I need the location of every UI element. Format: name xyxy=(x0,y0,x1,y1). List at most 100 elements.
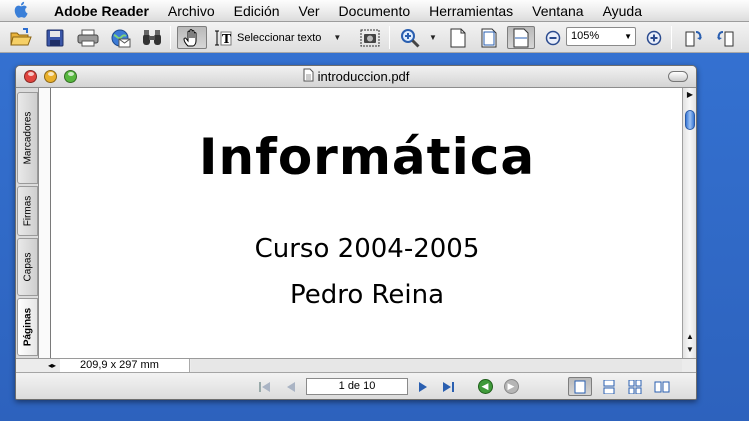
zoom-tool-dropdown[interactable]: ▼ xyxy=(426,26,440,49)
rotate-counterclockwise-button[interactable] xyxy=(713,26,739,49)
single-page-icon xyxy=(574,380,586,393)
navigation-bar: 1 de 10 ◀ ▶ xyxy=(16,372,696,399)
menu-ayuda[interactable]: Ayuda xyxy=(603,3,642,19)
fit-page-icon xyxy=(481,28,497,47)
tab-capas[interactable]: Capas xyxy=(17,238,38,296)
document-title: Informática xyxy=(198,128,536,186)
forward-arrow-icon: ▶ xyxy=(503,379,519,394)
text-cursor-icon: T xyxy=(215,30,232,46)
scroll-up-arrow-icon[interactable]: ▲ xyxy=(683,330,696,343)
select-text-label: Seleccionar texto xyxy=(237,31,322,44)
page-margin xyxy=(39,88,50,358)
chevron-down-icon[interactable]: ▼ xyxy=(624,28,632,45)
first-page-button[interactable] xyxy=(256,378,274,395)
open-folder-icon xyxy=(10,28,32,46)
find-button[interactable] xyxy=(139,26,165,49)
open-button[interactable] xyxy=(8,26,34,49)
fit-width-button[interactable] xyxy=(507,26,535,49)
grid-pages-icon xyxy=(628,379,642,394)
horizontal-scrollbar[interactable] xyxy=(191,359,682,372)
fit-page-button[interactable] xyxy=(477,26,501,49)
next-page-icon xyxy=(419,381,427,392)
pdf-page[interactable]: Informática Curso 2004-2005 Pedro Reina xyxy=(50,88,682,358)
window-title: introduccion.pdf xyxy=(16,66,696,88)
save-button[interactable] xyxy=(42,26,68,49)
first-page-icon xyxy=(259,381,270,392)
select-text-tool-icon-wrap[interactable]: T xyxy=(214,26,234,49)
rotate-clockwise-button[interactable] xyxy=(680,26,706,49)
split-handle-icon[interactable]: ◂▸ xyxy=(44,360,60,372)
chevron-down-icon: ▼ xyxy=(333,33,342,42)
tab-paginas[interactable]: Páginas xyxy=(17,298,38,356)
email-button[interactable] xyxy=(107,26,133,49)
menu-documento[interactable]: Documento xyxy=(339,3,411,19)
floppy-disk-icon xyxy=(46,29,64,46)
status-row: ◂▸ 209,9 x 297 mm xyxy=(16,358,696,372)
snapshot-tool-button[interactable] xyxy=(358,26,382,49)
facing-layout-button[interactable] xyxy=(652,378,672,395)
previous-page-button[interactable] xyxy=(282,378,300,395)
binoculars-icon xyxy=(143,29,161,45)
hand-tool-button[interactable] xyxy=(177,26,207,49)
fit-width-icon xyxy=(513,28,529,47)
camera-icon xyxy=(360,29,380,46)
page-icon xyxy=(450,28,466,47)
tab-marcadores[interactable]: Marcadores xyxy=(17,92,38,184)
page-size-label: 209,9 x 297 mm xyxy=(60,359,190,372)
scroll-thumb[interactable] xyxy=(685,110,695,130)
magnifier-plus-icon xyxy=(401,28,420,48)
window-title-bar[interactable]: introduccion.pdf xyxy=(16,66,696,88)
next-view-button[interactable]: ▶ xyxy=(502,378,520,395)
select-text-tool[interactable]: Seleccionar texto ▼ xyxy=(237,26,355,49)
globe-mail-icon xyxy=(111,29,131,47)
menu-herramientas[interactable]: Herramientas xyxy=(429,3,513,19)
document-view[interactable]: Informática Curso 2004-2005 Pedro Reina xyxy=(50,88,682,358)
actual-size-button[interactable] xyxy=(446,26,470,49)
scroll-down-arrow-icon[interactable]: ▼ xyxy=(683,343,696,356)
print-button[interactable] xyxy=(75,26,101,49)
chevron-down-icon: ▼ xyxy=(429,33,437,42)
document-course: Curso 2004-2005 xyxy=(254,234,480,264)
menu-bar: Adobe Reader Archivo Edición Ver Documen… xyxy=(0,0,749,22)
vertical-scrollbar[interactable]: ▶ ▲ ▼ xyxy=(682,88,696,358)
hand-icon xyxy=(183,28,197,46)
menu-ventana[interactable]: Ventana xyxy=(532,3,583,19)
zoom-in-tool-button[interactable] xyxy=(398,26,422,49)
tab-capas-label: Capas xyxy=(22,252,33,282)
continuous-facing-layout-button[interactable] xyxy=(625,378,645,395)
tab-marcadores-label: Marcadores xyxy=(22,111,33,165)
zoom-in-button[interactable] xyxy=(644,26,664,49)
printer-icon xyxy=(77,29,99,46)
toolbar-toggle-button[interactable] xyxy=(668,71,688,82)
rotate-clockwise-icon xyxy=(685,30,702,46)
tab-paginas-label: Páginas xyxy=(22,307,33,347)
page-number-field[interactable]: 1 de 10 xyxy=(306,378,408,395)
toolbar: T Seleccionar texto ▼ ▼ xyxy=(0,22,749,53)
previous-page-icon xyxy=(287,381,295,392)
continuous-layout-button[interactable] xyxy=(599,378,619,395)
svg-text:T: T xyxy=(222,32,231,46)
window-title-text: introduccion.pdf xyxy=(317,69,410,84)
continuous-page-icon xyxy=(603,379,615,394)
tab-firmas[interactable]: Firmas xyxy=(17,186,38,236)
zoom-level-field[interactable]: 105% ▼ xyxy=(566,27,636,46)
menu-edicion[interactable]: Edición xyxy=(234,3,280,19)
zoom-level-value: 105% xyxy=(571,30,600,42)
next-page-button[interactable] xyxy=(414,378,432,395)
menu-archivo[interactable]: Archivo xyxy=(168,3,215,19)
document-window: introduccion.pdf Marcadores Firmas Capas… xyxy=(15,65,697,400)
facing-pages-icon xyxy=(654,381,670,392)
last-page-icon xyxy=(443,381,454,392)
scroll-right-arrow-icon[interactable]: ▶ xyxy=(683,88,696,101)
last-page-button[interactable] xyxy=(438,378,458,395)
page-number-value: 1 de 10 xyxy=(338,380,376,392)
single-page-layout-button[interactable] xyxy=(568,377,592,396)
zoom-out-button[interactable] xyxy=(543,26,563,49)
menu-adobe-reader[interactable]: Adobe Reader xyxy=(54,3,149,19)
previous-view-button[interactable]: ◀ xyxy=(476,378,494,395)
apple-menu-icon[interactable] xyxy=(14,1,32,21)
menu-ver[interactable]: Ver xyxy=(299,3,320,19)
tab-firmas-label: Firmas xyxy=(22,195,33,227)
rotate-counterclockwise-icon xyxy=(717,30,734,46)
minus-circle-icon xyxy=(545,30,561,45)
